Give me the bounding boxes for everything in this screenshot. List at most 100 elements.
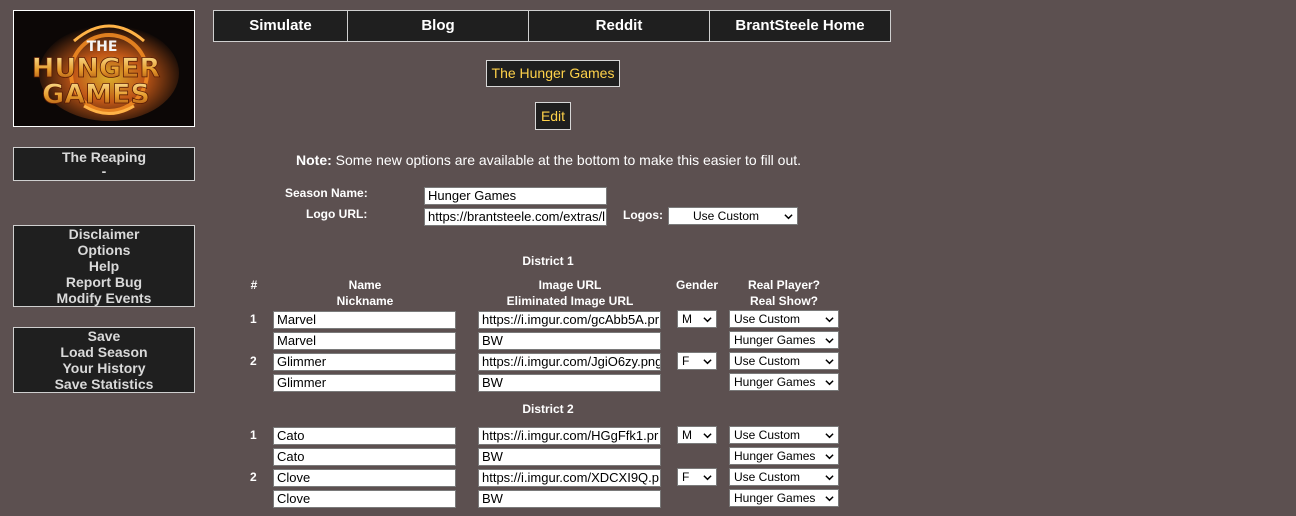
column-real-player: Real Player? — [747, 278, 821, 292]
tribute-nickname-input[interactable]: Clove — [273, 490, 456, 508]
note-label: Note: — [296, 152, 332, 168]
chevron-down-icon — [825, 496, 834, 502]
save-statistics-link[interactable]: Save Statistics — [14, 376, 194, 392]
help-link[interactable]: Help — [14, 258, 194, 274]
tribute-gender-select[interactable]: F — [677, 468, 717, 486]
column-eliminated-image-url: Eliminated Image URL — [506, 294, 634, 308]
tribute-real-show-select[interactable]: Hunger Games — [729, 447, 839, 465]
real-player-value: Use Custom — [734, 470, 801, 484]
nav-reddit[interactable]: Reddit — [529, 11, 710, 41]
tribute-real-show-select[interactable]: Hunger Games — [729, 373, 839, 391]
chevron-down-icon — [703, 433, 712, 439]
tribute-name-input[interactable]: Marvel — [273, 311, 456, 329]
tribute-real-show-select[interactable]: Hunger Games — [729, 489, 839, 507]
gender-value: F — [682, 354, 690, 368]
tribute-number: 1 — [250, 312, 257, 326]
hunger-games-logo: THE HUNGER GAMES — [13, 10, 195, 127]
logo-art: THE HUNGER GAMES — [14, 11, 194, 126]
column-gender: Gender — [675, 278, 718, 292]
tribute-nickname-input[interactable]: Marvel — [273, 332, 456, 350]
tribute-name-input[interactable]: Glimmer — [273, 353, 456, 371]
tribute-number: 2 — [250, 470, 257, 484]
save-link[interactable]: Save — [14, 328, 194, 344]
chevron-down-icon — [703, 475, 712, 481]
real-player-value: Use Custom — [734, 428, 801, 442]
tribute-gender-select[interactable]: M — [677, 426, 717, 444]
gender-value: M — [682, 312, 692, 326]
note-body: Some new options are available at the bo… — [331, 152, 802, 168]
tribute-name-input[interactable]: Cato — [273, 427, 456, 445]
nav-simulate[interactable]: Simulate — [214, 11, 348, 41]
chevron-down-icon — [784, 214, 793, 220]
tribute-real-show-select[interactable]: Hunger Games — [729, 331, 839, 349]
your-history-link[interactable]: Your History — [14, 360, 194, 376]
gender-value: M — [682, 428, 692, 442]
chevron-down-icon — [825, 359, 834, 365]
tribute-gender-select[interactable]: M — [677, 310, 717, 328]
real-show-value: Hunger Games — [734, 491, 816, 505]
column-nickname: Nickname — [336, 294, 394, 308]
column-name: Name — [348, 278, 382, 292]
tribute-eliminated-url-input[interactable]: BW — [478, 448, 661, 466]
info-links-box: Disclaimer Options Help Report Bug Modif… — [13, 225, 195, 307]
tribute-real-player-select[interactable]: Use Custom — [729, 468, 839, 486]
chevron-down-icon — [703, 317, 712, 323]
real-player-value: Use Custom — [734, 354, 801, 368]
actions-box: Save Load Season Your History Save Stati… — [13, 327, 195, 393]
modify-events-link[interactable]: Modify Events — [14, 290, 194, 306]
column-image-url: Image URL — [538, 278, 602, 292]
tribute-image-url-input[interactable]: https://i.imgur.com/gcAbb5A.pr — [478, 311, 661, 329]
chevron-down-icon — [825, 317, 834, 323]
real-show-value: Hunger Games — [734, 449, 816, 463]
column-number: # — [250, 278, 258, 292]
reaping-subtitle: - — [101, 163, 107, 179]
season-name-input[interactable]: Hunger Games — [424, 187, 607, 205]
nav-blog[interactable]: Blog — [348, 11, 529, 41]
tribute-real-player-select[interactable]: Use Custom — [729, 310, 839, 328]
logos-select[interactable]: Use Custom — [668, 207, 798, 225]
tribute-number: 1 — [250, 428, 257, 442]
chevron-down-icon — [825, 338, 834, 344]
report-bug-link[interactable]: Report Bug — [14, 274, 194, 290]
load-season-link[interactable]: Load Season — [14, 344, 194, 360]
season-title-button[interactable]: The Hunger Games — [486, 60, 620, 87]
logo-url-input[interactable]: https://brantsteele.com/extras/l — [424, 208, 607, 226]
chevron-down-icon — [825, 380, 834, 386]
real-show-value: Hunger Games — [734, 375, 816, 389]
chevron-down-icon — [825, 433, 834, 439]
edit-button[interactable]: Edit — [535, 102, 571, 130]
options-link[interactable]: Options — [14, 242, 194, 258]
tribute-eliminated-url-input[interactable]: BW — [478, 332, 661, 350]
tribute-gender-select[interactable]: F — [677, 352, 717, 370]
chevron-down-icon — [825, 454, 834, 460]
tribute-image-url-input[interactable]: https://i.imgur.com/HGgFfk1.pr — [478, 427, 661, 445]
chevron-down-icon — [825, 475, 834, 481]
tribute-real-player-select[interactable]: Use Custom — [729, 352, 839, 370]
note-text: Note: Some new options are available at … — [296, 152, 801, 168]
column-real-show: Real Show? — [749, 294, 818, 308]
reaping-box: The Reaping - — [13, 147, 195, 181]
real-show-value: Hunger Games — [734, 333, 816, 347]
real-player-value: Use Custom — [734, 312, 801, 326]
tribute-name-input[interactable]: Clove — [273, 469, 456, 487]
nav-brantsteele-home[interactable]: BrantSteele Home — [710, 11, 890, 41]
top-nav: Simulate Blog Reddit BrantSteele Home — [213, 10, 891, 42]
tribute-image-url-input[interactable]: https://i.imgur.com/XDCXI9Q.p — [478, 469, 661, 487]
logo-text-games: GAMES — [42, 79, 150, 110]
tribute-real-player-select[interactable]: Use Custom — [729, 426, 839, 444]
disclaimer-link[interactable]: Disclaimer — [14, 226, 194, 242]
tribute-eliminated-url-input[interactable]: BW — [478, 374, 661, 392]
chevron-down-icon — [703, 359, 712, 365]
logos-select-value: Use Custom — [692, 209, 760, 223]
logos-label: Logos: — [623, 208, 663, 222]
gender-value: F — [682, 470, 690, 484]
tribute-image-url-input[interactable]: https://i.imgur.com/JgiO6zy.png — [478, 353, 661, 371]
logo-url-label: Logo URL: — [306, 207, 368, 221]
tribute-nickname-input[interactable]: Glimmer — [273, 374, 456, 392]
tribute-eliminated-url-input[interactable]: BW — [478, 490, 661, 508]
season-name-label: Season Name: — [285, 186, 368, 200]
district-1-title: District 1 — [522, 254, 574, 268]
district-2-title: District 2 — [522, 402, 574, 416]
tribute-number: 2 — [250, 354, 257, 368]
tribute-nickname-input[interactable]: Cato — [273, 448, 456, 466]
